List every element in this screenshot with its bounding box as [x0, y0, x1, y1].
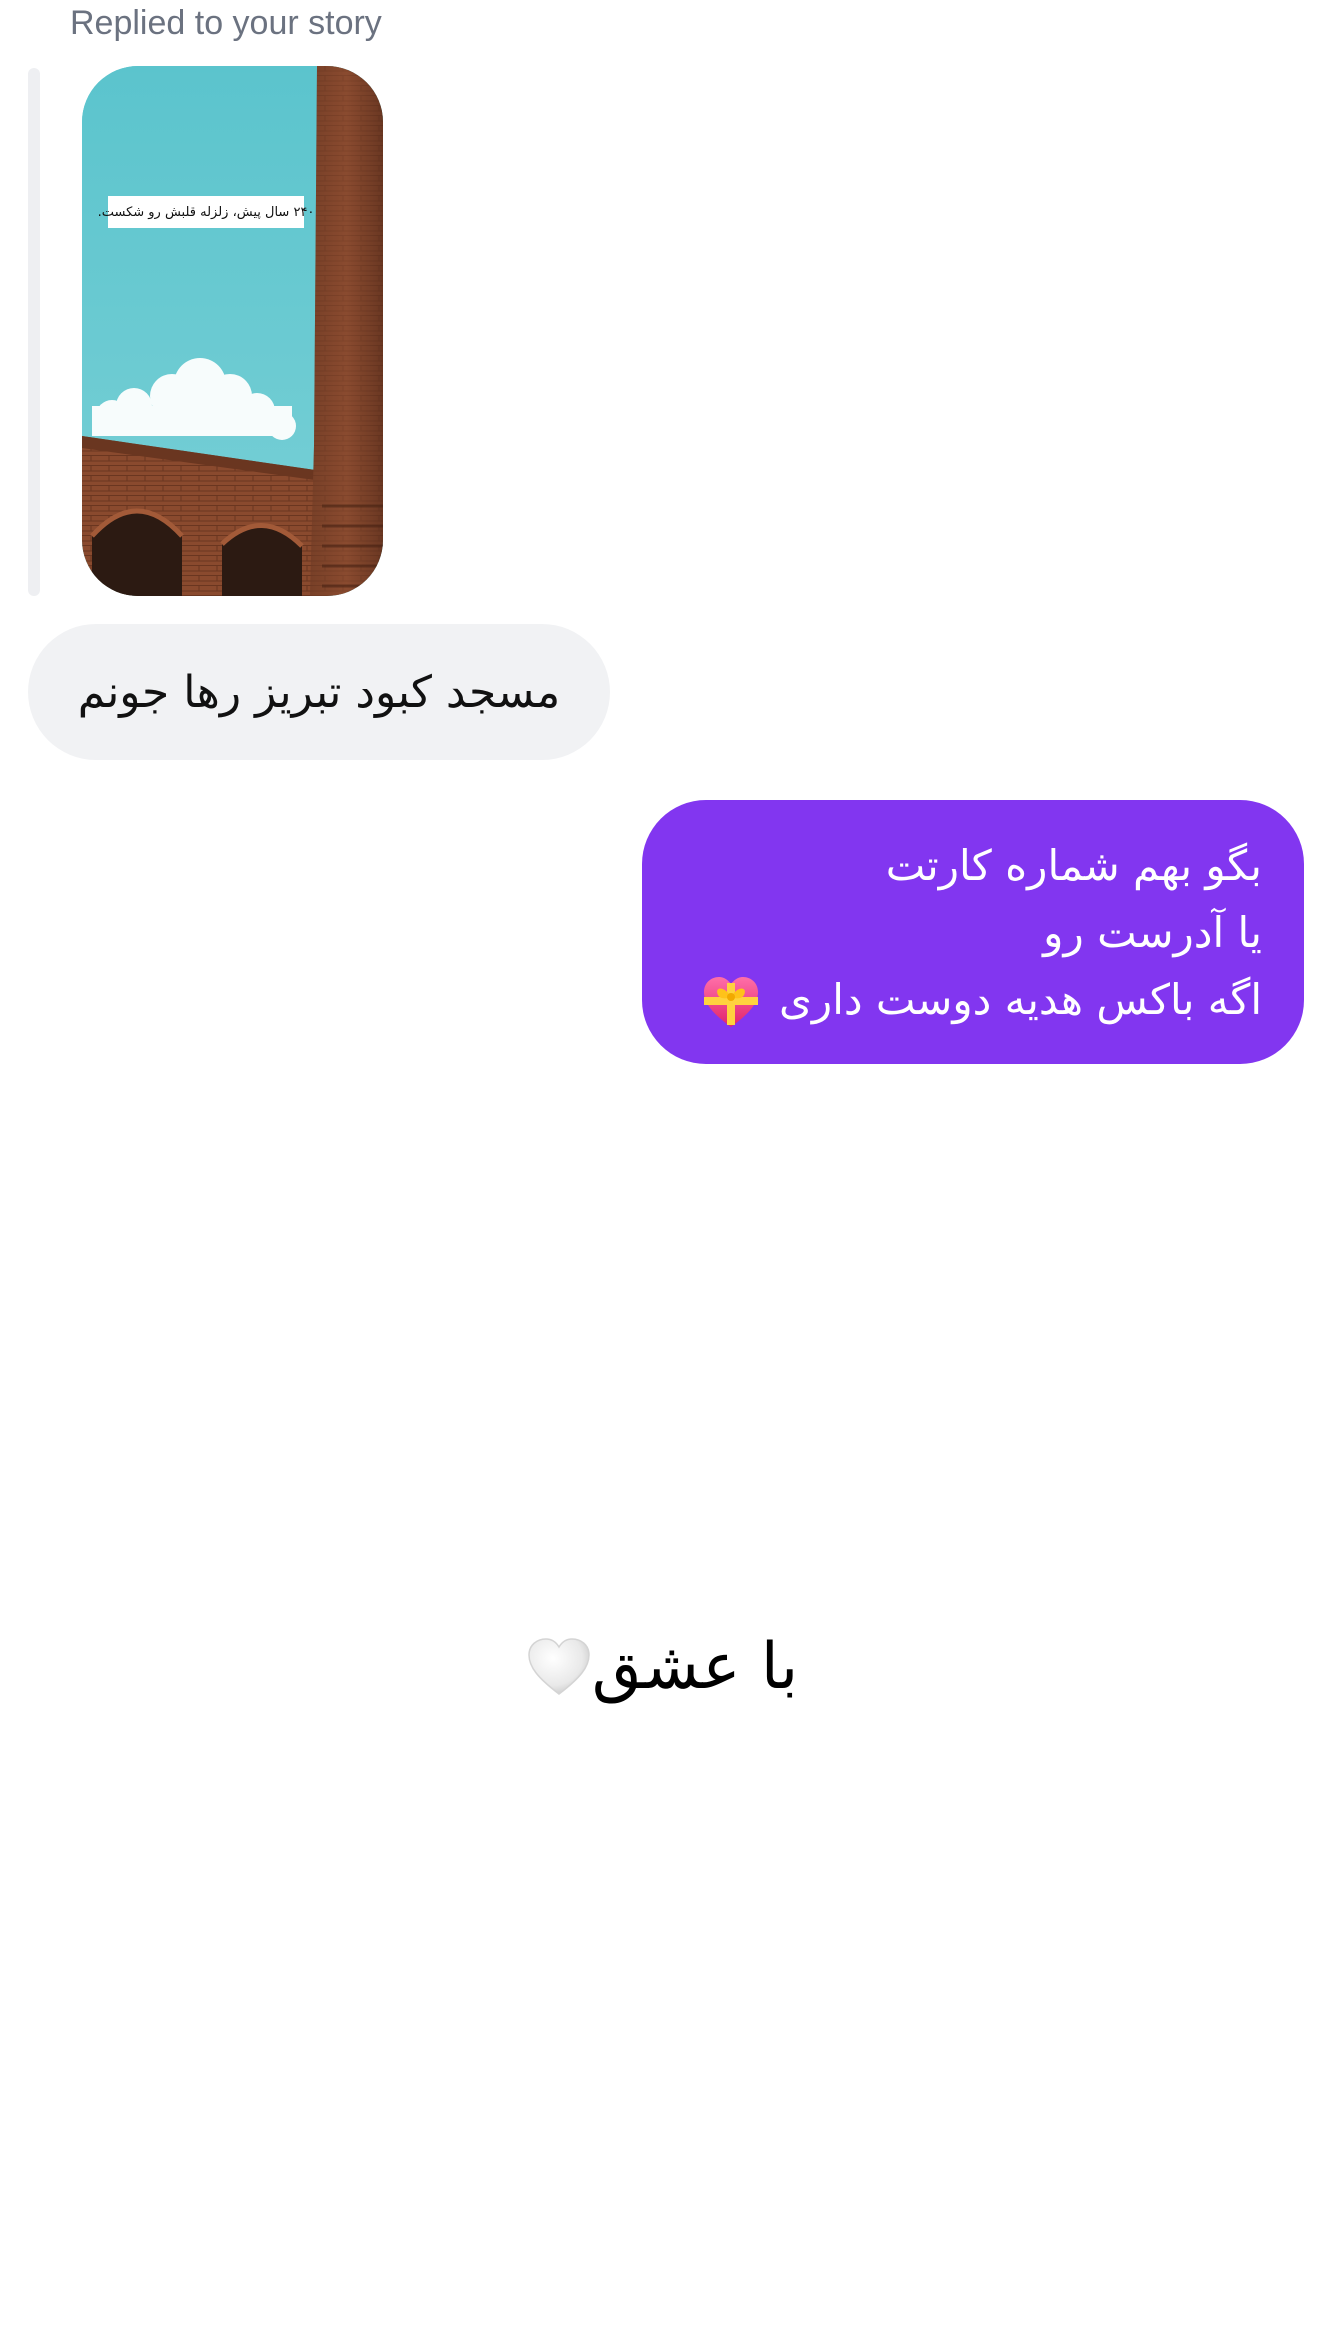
- sent-message-line-3-wrap: اگه باکس هدیه دوست داری: [684, 966, 1262, 1033]
- replied-to-story-label: Replied to your story: [70, 4, 382, 42]
- footer-signature: با عشق: [0, 1630, 1320, 1704]
- dm-conversation: Replied to your story ۲۴۰ سال پیش، زلزله…: [0, 0, 1320, 2346]
- reply-indicator-bar: [28, 68, 40, 596]
- heart-with-ribbon-icon: [703, 976, 758, 1027]
- story-thumbnail[interactable]: ۲۴۰ سال پیش، زلزله قلبش رو شکست.: [82, 66, 383, 596]
- sent-message-line-1: بگو بهم شماره کارتت: [885, 841, 1262, 890]
- sent-message-line-3: اگه باکس هدیه دوست داری: [779, 975, 1262, 1024]
- received-message-text: مسجد کبود تبریز رها جونم: [77, 666, 561, 718]
- story-caption: ۲۴۰ سال پیش، زلزله قلبش رو شکست.: [98, 196, 314, 228]
- white-heart-icon: [528, 1638, 590, 1695]
- story-image: [82, 66, 383, 596]
- sent-message-bubble[interactable]: بگو بهم شماره کارتت یا آدرست رو اگه باکس…: [642, 800, 1304, 1064]
- sent-message-line-2: یا آدرست رو: [1043, 908, 1262, 957]
- footer-text: با عشق: [591, 1630, 799, 1704]
- received-message-bubble[interactable]: مسجد کبود تبریز رها جونم: [28, 624, 610, 760]
